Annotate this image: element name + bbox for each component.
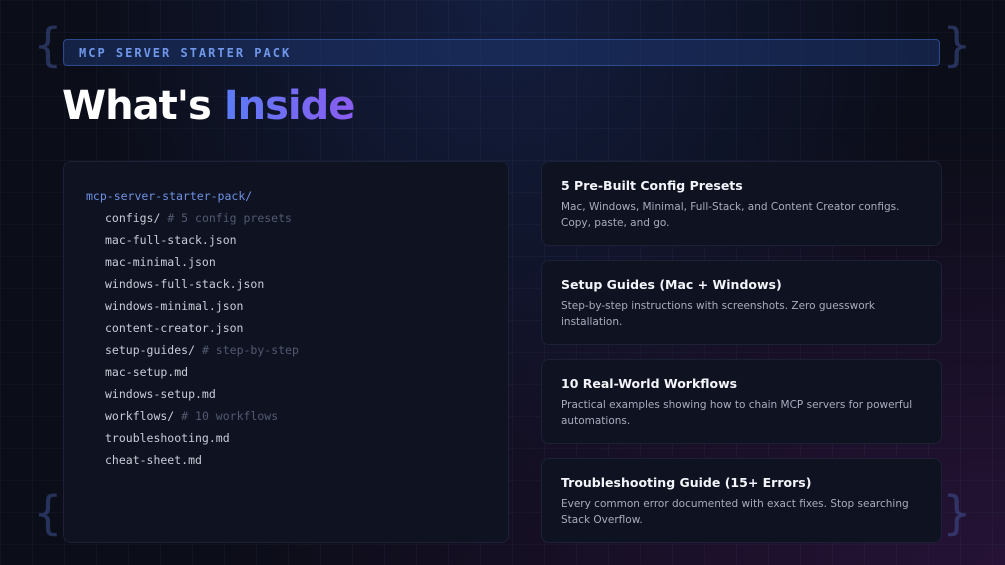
right-brace-decoration: }	[943, 486, 971, 540]
tree-comment: # 10 workflows	[181, 409, 279, 423]
left-brace-decoration: {	[34, 18, 62, 72]
card-description: Mac, Windows, Minimal, Full-Stack, and C…	[561, 201, 900, 229]
title-word: What's	[62, 83, 212, 129]
tree-entry: cheat-sheet.md	[105, 453, 202, 467]
tree-line: content-creator.json	[86, 317, 508, 339]
tree-line: cheat-sheet.md	[86, 449, 508, 471]
feature-cards: 5 Pre-Built Config Presets Mac, Windows,…	[541, 161, 942, 557]
tree-entry: mac-minimal.json	[105, 255, 216, 269]
tree-root: mcp-server-starter-pack/	[86, 189, 253, 203]
tree-line: windows-full-stack.json	[86, 273, 508, 295]
tree-entry: windows-full-stack.json	[105, 277, 265, 291]
tree-entry: setup-guides/	[105, 343, 196, 357]
page-title: What's Inside	[62, 80, 356, 132]
tree-entry: workflows/	[105, 409, 175, 423]
card-title: 5 Pre-Built Config Presets	[561, 178, 743, 193]
tree-line: mac-setup.md	[86, 361, 508, 383]
feature-card-troubleshooting: Troubleshooting Guide (15+ Errors) Every…	[541, 458, 942, 543]
feature-card-config-presets: 5 Pre-Built Config Presets Mac, Windows,…	[541, 161, 942, 246]
card-description: Practical examples showing how to chain …	[561, 399, 913, 427]
card-title: Setup Guides (Mac + Windows)	[561, 277, 782, 292]
tree-line: mac-full-stack.json	[86, 229, 508, 251]
tree-line: windows-minimal.json	[86, 295, 508, 317]
tree-line: troubleshooting.md	[86, 427, 508, 449]
product-banner: MCP SERVER STARTER PACK	[63, 39, 940, 66]
title-accent-word: Inside	[223, 83, 356, 129]
feature-card-workflows: 10 Real-World Workflows Practical exampl…	[541, 359, 942, 444]
tree-entry: troubleshooting.md	[105, 431, 230, 445]
right-brace-decoration: }	[943, 18, 971, 72]
tree-comment: # 5 config presets	[167, 211, 292, 225]
tree-line: mac-minimal.json	[86, 251, 508, 273]
left-brace-decoration: {	[34, 486, 62, 540]
tree-entry: configs/	[105, 211, 161, 225]
card-description: Every common error documented with exact…	[561, 498, 909, 526]
feature-card-setup-guides: Setup Guides (Mac + Windows) Step-by-ste…	[541, 260, 942, 345]
tree-line: configs/ # 5 config presets	[86, 207, 508, 229]
tree-entry: windows-setup.md	[105, 387, 216, 401]
card-description: Step-by-step instructions with screensho…	[561, 300, 876, 328]
card-title: 10 Real-World Workflows	[561, 376, 738, 391]
tree-entry: mac-full-stack.json	[105, 233, 237, 247]
tree-line: workflows/ # 10 workflows	[86, 405, 508, 427]
tree-comment: # step-by-step	[201, 343, 299, 357]
tree-entry: content-creator.json	[105, 321, 244, 335]
banner-label: MCP SERVER STARTER PACK	[79, 45, 292, 60]
tree-entry: windows-minimal.json	[105, 299, 244, 313]
tree-line: setup-guides/ # step-by-step	[86, 339, 508, 361]
tree-line: windows-setup.md	[86, 383, 508, 405]
card-title: Troubleshooting Guide (15+ Errors)	[561, 475, 812, 490]
file-tree-panel: mcp-server-starter-pack/ configs/ # 5 co…	[63, 161, 509, 543]
tree-entry: mac-setup.md	[105, 365, 189, 379]
